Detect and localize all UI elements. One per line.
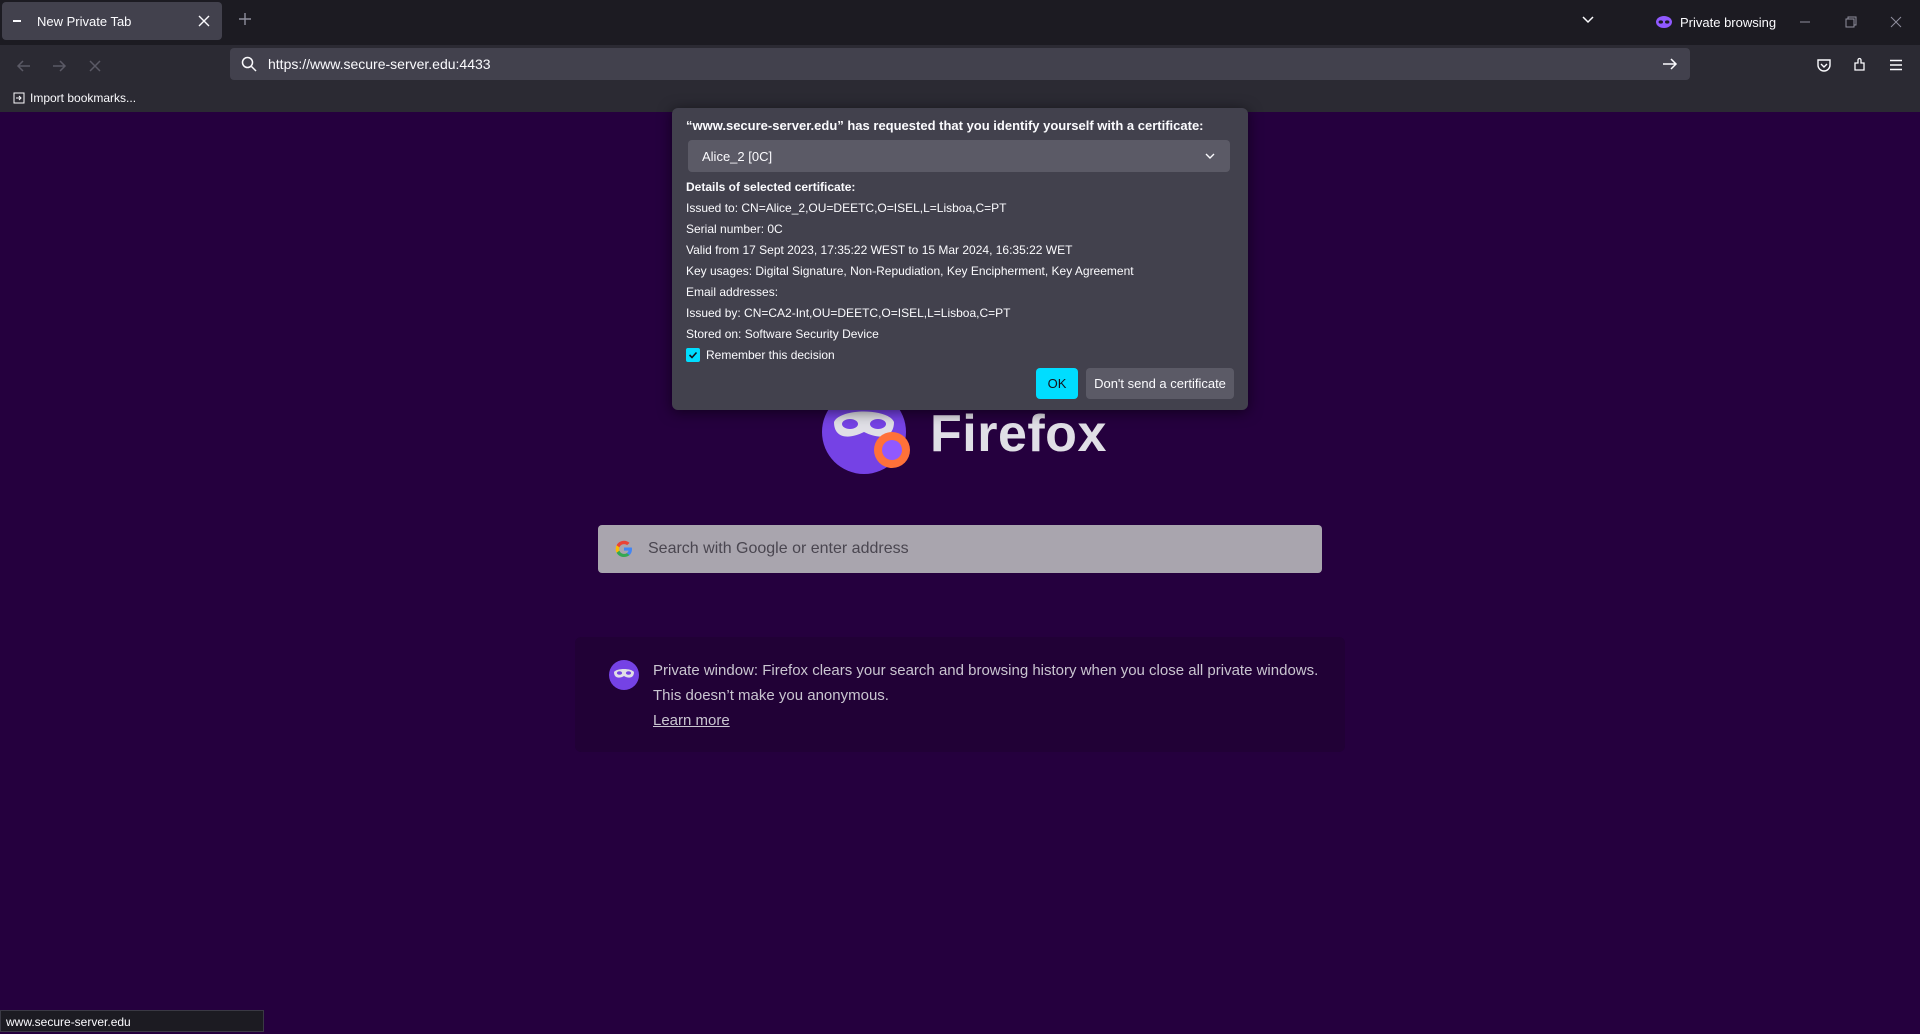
minimize-button[interactable] bbox=[1790, 8, 1820, 36]
certificate-details: Details of selected certificate: Issued … bbox=[686, 177, 1236, 345]
chevron-down-icon[interactable] bbox=[1580, 11, 1604, 35]
status-bar: www.secure-server.edu bbox=[0, 1010, 264, 1032]
tab-title: New Private Tab bbox=[37, 13, 132, 29]
details-title: Details of selected certificate: bbox=[686, 180, 856, 194]
new-tab-button[interactable] bbox=[234, 10, 256, 32]
menu-icon[interactable] bbox=[1883, 52, 1909, 78]
detail-email-addresses: Email addresses: bbox=[686, 285, 779, 299]
url-text[interactable]: https://www.secure-server.edu:4433 bbox=[268, 56, 1660, 72]
private-browsing-label: Private browsing bbox=[1680, 14, 1777, 30]
extensions-icon[interactable] bbox=[1847, 52, 1873, 78]
navigation-bar: https://www.secure-server.edu:4433 bbox=[0, 45, 1920, 85]
ok-button[interactable]: OK bbox=[1036, 368, 1078, 399]
detail-stored-on: Stored on: Software Security Device bbox=[686, 327, 879, 341]
restore-button[interactable] bbox=[1836, 8, 1866, 36]
google-icon bbox=[615, 540, 632, 557]
learn-more-link[interactable]: Learn more bbox=[653, 712, 730, 729]
remember-decision-label: Remember this decision bbox=[706, 348, 835, 362]
go-arrow-icon[interactable] bbox=[1660, 54, 1680, 74]
checkbox-checked-icon[interactable] bbox=[686, 348, 700, 362]
certificate-select[interactable]: Alice_2 [0C] bbox=[688, 140, 1230, 172]
search-icon bbox=[241, 56, 257, 72]
import-icon bbox=[13, 92, 25, 104]
url-bar[interactable]: https://www.secure-server.edu:4433 bbox=[230, 48, 1690, 80]
private-window-info-card: Private window: Firefox clears your sear… bbox=[575, 637, 1345, 752]
import-bookmarks-label: Import bookmarks... bbox=[30, 91, 137, 105]
private-mask-icon bbox=[1656, 16, 1672, 28]
tab-loading-icon bbox=[13, 20, 21, 22]
search-input[interactable]: Search with Google or enter address bbox=[598, 525, 1322, 573]
back-arrow-icon[interactable] bbox=[11, 53, 37, 79]
private-window-message: Private window: Firefox clears your sear… bbox=[653, 662, 1319, 704]
stop-loading-icon[interactable] bbox=[82, 53, 108, 79]
tab-bar: New Private Tab Private browsing bbox=[0, 0, 1920, 45]
brand-name: Firefox bbox=[930, 405, 1107, 463]
private-mask-icon bbox=[609, 660, 639, 690]
close-tab-icon[interactable] bbox=[192, 9, 216, 33]
tab-new-private[interactable]: New Private Tab bbox=[2, 2, 222, 40]
private-browsing-indicator: Private browsing bbox=[1656, 12, 1776, 32]
detail-key-usages: Key usages: Digital Signature, Non-Repud… bbox=[686, 264, 1134, 278]
detail-serial-number: Serial number: 0C bbox=[686, 222, 783, 236]
dialog-header: “www.secure-server.edu” has requested th… bbox=[686, 118, 1204, 133]
dont-send-certificate-button[interactable]: Don't send a certificate bbox=[1086, 368, 1234, 399]
close-window-button[interactable] bbox=[1881, 8, 1911, 36]
detail-issued-to: Issued to: CN=Alice_2,OU=DEETC,O=ISEL,L=… bbox=[686, 201, 1007, 215]
selected-certificate: Alice_2 [0C] bbox=[702, 148, 773, 164]
import-bookmarks-button[interactable]: Import bookmarks... bbox=[13, 91, 136, 105]
pocket-icon[interactable] bbox=[1811, 52, 1837, 78]
certificate-request-dialog: “www.secure-server.edu” has requested th… bbox=[672, 108, 1248, 410]
chevron-down-icon bbox=[1205, 153, 1215, 159]
detail-issued-by: Issued by: CN=CA2-Int,OU=DEETC,O=ISEL,L=… bbox=[686, 306, 1011, 320]
search-placeholder: Search with Google or enter address bbox=[648, 540, 909, 557]
remember-decision-checkbox[interactable]: Remember this decision bbox=[686, 348, 835, 362]
detail-validity: Valid from 17 Sept 2023, 17:35:22 WEST t… bbox=[686, 243, 1073, 257]
forward-arrow-icon[interactable] bbox=[46, 53, 72, 79]
